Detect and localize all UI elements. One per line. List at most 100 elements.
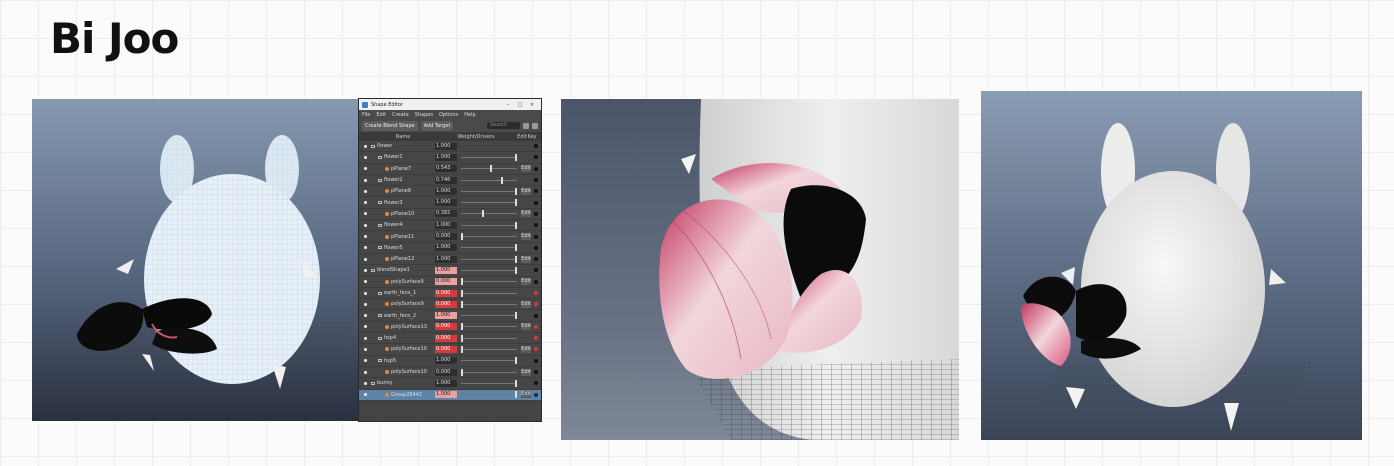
visibility-toggle[interactable]: [359, 144, 371, 148]
visibility-toggle[interactable]: [359, 291, 371, 295]
shape-row[interactable]: flower5 1.000: [359, 242, 541, 254]
create-blend-shape-button[interactable]: Create Blend Shape: [362, 120, 418, 131]
key-button[interactable]: [531, 358, 541, 363]
viewport-bunny-wireframe[interactable]: [32, 99, 358, 421]
slider-handle[interactable]: [515, 199, 517, 207]
slider-handle[interactable]: [461, 368, 463, 376]
slider-handle[interactable]: [461, 278, 463, 286]
visibility-toggle[interactable]: [359, 178, 371, 182]
slider-handle[interactable]: [515, 244, 517, 252]
key-button[interactable]: [531, 166, 541, 171]
add-target-button[interactable]: Add Target: [420, 120, 454, 131]
shape-row[interactable]: pPlane11 0.000 Edit: [359, 231, 541, 243]
weight-slider[interactable]: [461, 199, 517, 207]
visibility-toggle[interactable]: [359, 268, 371, 272]
key-button[interactable]: [531, 336, 541, 341]
weight-slider[interactable]: [461, 210, 517, 218]
menu-file[interactable]: File: [362, 112, 370, 118]
slider-handle[interactable]: [515, 312, 517, 320]
shape-name-cell[interactable]: Group28442: [371, 392, 435, 398]
weight-slider[interactable]: [461, 278, 517, 286]
shape-row[interactable]: Group28442 1.000 Edit: [359, 389, 541, 401]
weight-field[interactable]: 0.000: [435, 300, 457, 308]
visibility-toggle[interactable]: [359, 155, 371, 159]
menu-edit[interactable]: Edit: [376, 112, 386, 118]
weight-slider[interactable]: [461, 334, 517, 342]
key-button[interactable]: [531, 347, 541, 352]
shape-name-cell[interactable]: flower3: [371, 200, 435, 206]
shape-row[interactable]: hsp5 1.000: [359, 355, 541, 367]
slider-handle[interactable]: [461, 233, 463, 241]
weight-field[interactable]: 1.000: [435, 187, 457, 195]
shape-row[interactable]: earth_fans_2 1.000: [359, 310, 541, 322]
shape-row[interactable]: bunny 1.000: [359, 378, 541, 390]
weight-slider[interactable]: [461, 345, 517, 353]
weight-slider[interactable]: [461, 312, 517, 320]
weight-slider[interactable]: [461, 391, 517, 399]
slider-handle[interactable]: [515, 266, 517, 274]
shape-row[interactable]: pPlane8 1.000 Edit: [359, 186, 541, 198]
visibility-toggle[interactable]: [359, 370, 371, 374]
shape-row[interactable]: earth_fans_1 0.000: [359, 287, 541, 300]
weight-slider[interactable]: [461, 255, 517, 263]
weight-field[interactable]: 1.000: [435, 142, 457, 150]
weight-field[interactable]: 0.543: [435, 165, 457, 173]
key-button[interactable]: [531, 257, 541, 262]
visibility-toggle[interactable]: [359, 302, 371, 306]
shape-name-cell[interactable]: polySurface13: [371, 324, 435, 330]
shape-name-cell[interactable]: pPlane11: [371, 234, 435, 240]
menu-create[interactable]: Create: [392, 112, 409, 118]
visibility-toggle[interactable]: [359, 246, 371, 250]
key-button[interactable]: [531, 324, 541, 329]
shape-row[interactable]: polySurface13 0.000 Edit: [359, 321, 541, 334]
shape-name-cell[interactable]: earth_fans_1: [371, 290, 435, 296]
shape-row[interactable]: flower3 1.000: [359, 197, 541, 209]
edit-button[interactable]: Edit: [521, 368, 531, 376]
slider-handle[interactable]: [515, 255, 517, 263]
weight-field[interactable]: 1.000: [435, 255, 457, 263]
key-button[interactable]: [531, 381, 541, 386]
edit-button[interactable]: Edit: [521, 300, 531, 308]
key-button[interactable]: [531, 144, 541, 149]
shape-name-cell[interactable]: blendShape1: [371, 267, 435, 273]
edit-button[interactable]: Edit: [521, 165, 531, 173]
weight-field[interactable]: 0.000: [435, 323, 457, 331]
key-button[interactable]: [531, 178, 541, 183]
weight-field[interactable]: 1.000: [435, 199, 457, 207]
shape-name-cell[interactable]: flower4: [371, 222, 435, 228]
menu-shapes[interactable]: Shapes: [415, 112, 433, 118]
weight-field[interactable]: 1.000: [435, 221, 457, 229]
key-button[interactable]: [531, 392, 541, 397]
viewport-petal-closeup[interactable]: [561, 99, 959, 440]
visibility-toggle[interactable]: [359, 325, 371, 329]
slider-handle[interactable]: [461, 345, 463, 353]
slider-handle[interactable]: [481, 210, 484, 218]
shape-name-cell[interactable]: polySurface9: [371, 301, 435, 307]
visibility-toggle[interactable]: [359, 189, 371, 193]
shape-editor-window[interactable]: Shape Editor – □ × File Edit Create Shap…: [358, 98, 542, 422]
edit-button[interactable]: Edit: [521, 187, 531, 195]
shape-name-cell[interactable]: flower2: [371, 177, 435, 183]
weight-field[interactable]: 1.000: [435, 266, 457, 274]
slider-handle[interactable]: [515, 379, 517, 387]
weight-field[interactable]: 1.000: [435, 153, 457, 161]
weight-field[interactable]: 0.746: [435, 176, 457, 184]
key-button[interactable]: [531, 200, 541, 205]
weight-slider[interactable]: [461, 165, 517, 173]
shape-name-cell[interactable]: hsp5: [371, 358, 435, 364]
weight-slider[interactable]: [461, 233, 517, 241]
edit-button[interactable]: Edit: [521, 210, 531, 218]
edit-button[interactable]: Edit: [521, 345, 531, 353]
edit-button[interactable]: Edit: [521, 391, 531, 399]
shape-row[interactable]: polySurface9 0.000 Edit: [359, 276, 541, 288]
weight-field[interactable]: 1.000: [435, 312, 457, 320]
visibility-toggle[interactable]: [359, 223, 371, 227]
slider-handle[interactable]: [515, 187, 517, 195]
weight-slider[interactable]: [461, 244, 517, 252]
weight-slider[interactable]: [461, 368, 517, 376]
shape-name-cell[interactable]: bunny: [371, 380, 435, 386]
slider-handle[interactable]: [461, 289, 463, 297]
key-button[interactable]: [531, 279, 541, 284]
slider-handle[interactable]: [461, 300, 463, 308]
shape-row[interactable]: pPlane10 0.382 Edit: [359, 208, 541, 221]
